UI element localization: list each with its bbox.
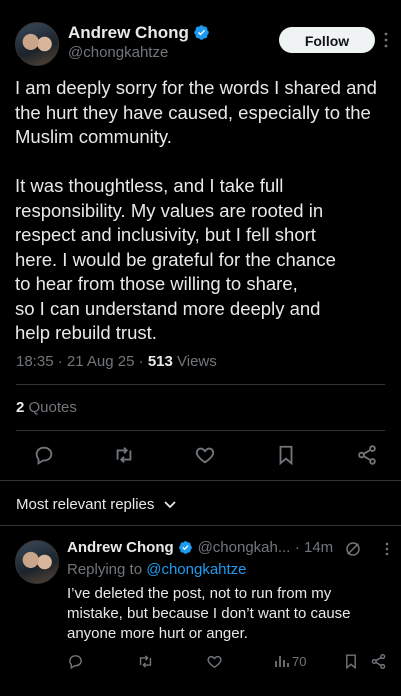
author-avatar[interactable] [15, 22, 59, 66]
replying-to-handle[interactable]: @chongkahtze [146, 561, 246, 578]
replying-to: Replying to @chongkahtze [67, 561, 247, 578]
post-meta: 18:35 · 21 Aug 25 · 513 Views [16, 353, 217, 370]
author-name-row: Andrew Chong [68, 23, 210, 43]
reply-share-icon[interactable] [370, 653, 387, 670]
reply-views[interactable]: 70 [274, 653, 306, 669]
reply-retweet-icon[interactable] [136, 653, 155, 670]
replying-to-prefix: Replying to [67, 561, 143, 578]
post-time: 18:35 [16, 353, 54, 370]
follow-button[interactable]: Follow [279, 27, 375, 53]
more-icon[interactable] [383, 32, 389, 48]
reply-avatar[interactable] [15, 540, 59, 584]
verified-badge-icon [178, 540, 193, 555]
reply-author-name[interactable]: Andrew Chong [67, 539, 174, 556]
chevron-down-icon [163, 497, 177, 511]
bookmark-icon[interactable] [276, 444, 296, 466]
author-handle[interactable]: @chongkahtze [68, 44, 168, 61]
views-icon [274, 653, 290, 669]
reply-icon[interactable] [33, 444, 55, 466]
quotes-link[interactable]: 2 Quotes [16, 399, 77, 416]
replies-sort-label: Most relevant replies [16, 496, 155, 513]
retweet-icon[interactable] [112, 444, 136, 466]
divider [16, 430, 385, 431]
views-label: Views [177, 353, 217, 370]
reply-header: Andrew Chong @chongkah... · 14m [67, 539, 334, 556]
replies-sort-dropdown[interactable]: Most relevant replies [16, 496, 177, 513]
verified-badge-icon [193, 24, 210, 41]
quotes-count: 2 [16, 399, 25, 416]
edited-icon [344, 540, 362, 558]
post-date: 21 Aug 25 [66, 353, 135, 370]
views-count: 513 [147, 353, 173, 370]
divider [0, 525, 401, 526]
quotes-label: Quotes [28, 399, 77, 416]
post-body: I am deeply sorry for the words I shared… [15, 77, 377, 343]
reply-more-icon[interactable] [384, 542, 390, 556]
divider [16, 384, 385, 385]
reply-like-icon[interactable] [206, 653, 223, 670]
author-name[interactable]: Andrew Chong [68, 23, 189, 42]
reply-body: I’ve deleted the post, not to run from m… [67, 585, 351, 642]
reply-age: 14m [303, 539, 334, 556]
share-icon[interactable] [356, 444, 378, 466]
divider [0, 480, 401, 481]
reply-author-handle[interactable]: @chongkah... [198, 539, 291, 556]
like-icon[interactable] [194, 444, 216, 466]
reply-views-count: 70 [292, 653, 307, 669]
reply-reply-icon[interactable] [67, 653, 84, 670]
reply-bookmark-icon[interactable] [344, 653, 358, 670]
